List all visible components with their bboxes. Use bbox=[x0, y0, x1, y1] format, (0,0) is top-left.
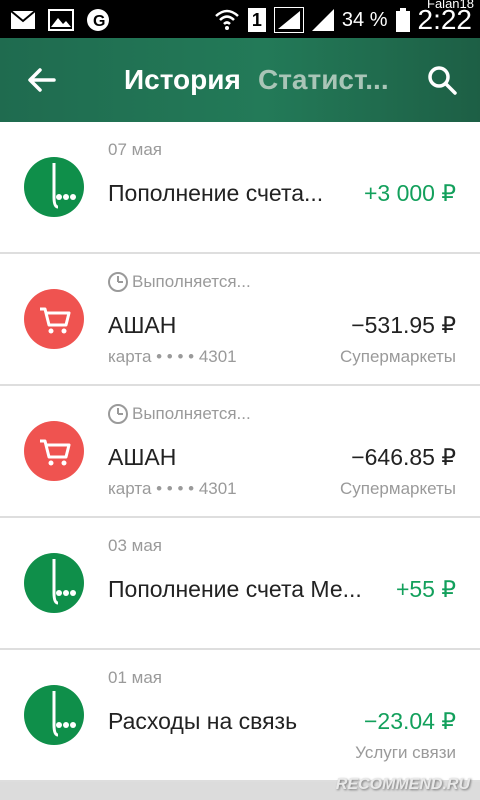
clock-icon bbox=[108, 404, 128, 424]
transaction-row[interactable]: Выполняется... АШАН −646.85 ₽ карта • • … bbox=[0, 386, 480, 518]
tab-history[interactable]: История bbox=[124, 64, 241, 96]
transaction-row[interactable]: 01 мая Расходы на связь −23.04 ₽ Услуги … bbox=[0, 650, 480, 782]
transaction-title: Пополнение счета... bbox=[108, 180, 324, 206]
back-arrow-icon[interactable] bbox=[26, 64, 58, 96]
cart-icon bbox=[24, 421, 84, 481]
transaction-amount: +55 ₽ bbox=[395, 576, 456, 602]
transaction-status: Выполняется... bbox=[108, 404, 251, 424]
signal-icon bbox=[273, 7, 304, 33]
battery-percent: 34 % bbox=[341, 8, 388, 31]
transaction-title: Пополнение счета Ме... bbox=[108, 576, 362, 602]
user-label: Falan18 bbox=[427, 0, 474, 11]
transaction-card: карта • • • • 4301 bbox=[108, 479, 237, 498]
transaction-title: Расходы на связь bbox=[108, 708, 298, 734]
transaction-category: Супермаркеты bbox=[339, 347, 456, 366]
transaction-amount: −23.04 ₽ bbox=[363, 708, 456, 734]
mail-icon bbox=[10, 10, 36, 29]
sim-indicator: 1 bbox=[247, 8, 266, 32]
transaction-amount: −531.95 ₽ bbox=[351, 312, 456, 338]
status-bar: G 1 34 % 2:22 Falan18 bbox=[0, 0, 480, 38]
tab-statistics[interactable]: Статист... bbox=[258, 64, 389, 96]
gallery-icon bbox=[48, 9, 74, 31]
mts-logo-icon bbox=[24, 685, 84, 745]
transaction-row[interactable]: 03 мая Пополнение счета Ме... +55 ₽ bbox=[0, 518, 480, 650]
transaction-date: 03 мая bbox=[108, 536, 162, 555]
clock-icon bbox=[108, 272, 128, 292]
watermark: RECOMMEND.RU bbox=[335, 776, 470, 793]
transaction-row[interactable]: Выполняется... АШАН −531.95 ₽ карта • • … bbox=[0, 254, 480, 386]
app-notification-icon: G bbox=[87, 9, 109, 31]
transaction-amount: −646.85 ₽ bbox=[351, 444, 456, 470]
transaction-title: АШАН bbox=[108, 312, 177, 338]
wifi-icon bbox=[215, 9, 239, 30]
search-icon[interactable] bbox=[426, 64, 458, 96]
transaction-card: карта • • • • 4301 bbox=[108, 347, 237, 366]
transaction-date: 01 мая bbox=[108, 668, 162, 687]
battery-icon bbox=[395, 8, 410, 32]
transaction-status: Выполняется... bbox=[108, 272, 251, 292]
transaction-title: АШАН bbox=[108, 444, 177, 470]
transaction-row[interactable]: 07 мая Пополнение счета... +3 000 ₽ bbox=[0, 122, 480, 254]
transaction-amount: +3 000 ₽ bbox=[363, 180, 456, 206]
transaction-category: Услуги связи bbox=[355, 743, 456, 762]
status-text: Выполняется... bbox=[132, 272, 251, 291]
app-bar: История Статист... bbox=[0, 38, 480, 122]
mts-logo-icon bbox=[24, 553, 84, 613]
transaction-date: 07 мая bbox=[108, 140, 162, 159]
mts-logo-icon bbox=[24, 157, 84, 217]
transaction-category: Супермаркеты bbox=[339, 479, 456, 498]
cart-icon bbox=[24, 289, 84, 349]
svg-text:G: G bbox=[93, 13, 105, 30]
signal-icon-2 bbox=[311, 9, 334, 31]
transaction-list: 07 мая Пополнение счета... +3 000 ₽ Выпо… bbox=[0, 122, 480, 782]
status-text: Выполняется... bbox=[132, 404, 251, 423]
